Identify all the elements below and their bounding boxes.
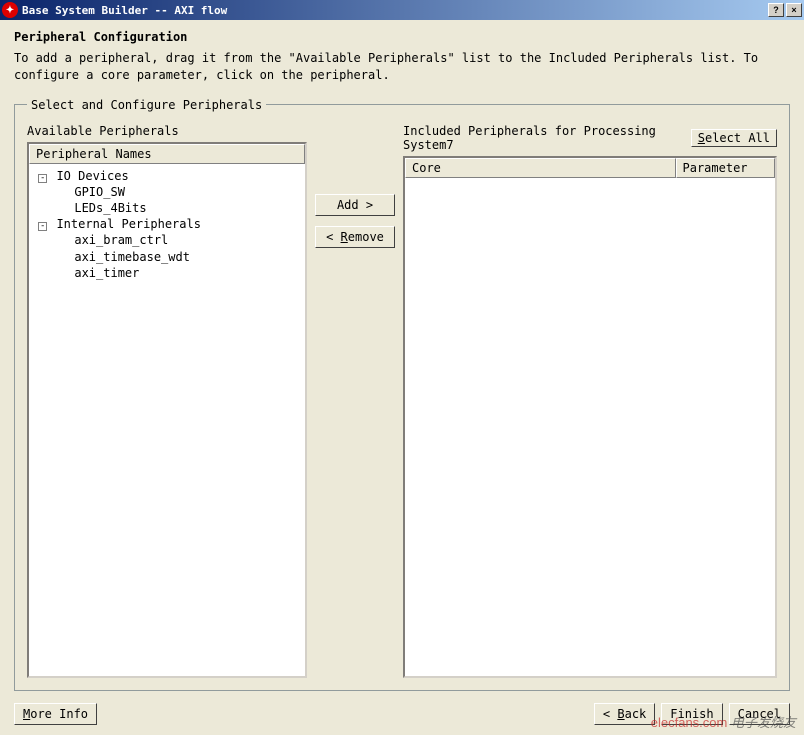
close-button[interactable]: × bbox=[786, 3, 802, 17]
help-button[interactable]: ? bbox=[768, 3, 784, 17]
tree-item[interactable]: axi_timer bbox=[31, 265, 303, 281]
remove-button[interactable]: < Remove bbox=[315, 226, 395, 248]
app-icon: ✦ bbox=[2, 2, 18, 18]
tree-item[interactable]: - Internal Peripherals bbox=[31, 216, 303, 232]
tree-item[interactable]: axi_timebase_wdt bbox=[31, 249, 303, 265]
included-panel: Included Peripherals for Processing Syst… bbox=[403, 124, 777, 678]
transfer-buttons: Add > < Remove bbox=[315, 124, 395, 678]
tree-expander-icon[interactable]: - bbox=[38, 222, 47, 231]
footer: More Info < Back Finish Cancel bbox=[14, 691, 790, 725]
tree-item[interactable]: axi_bram_ctrl bbox=[31, 232, 303, 248]
window-title: Base System Builder -- AXI flow bbox=[22, 4, 768, 17]
included-header: Core Parameter bbox=[405, 158, 775, 178]
included-header-core[interactable]: Core bbox=[405, 158, 676, 178]
group-legend: Select and Configure Peripherals bbox=[27, 98, 266, 112]
included-listbox[interactable]: Core Parameter bbox=[403, 156, 777, 678]
tree-item[interactable]: LEDs_4Bits bbox=[31, 200, 303, 216]
peripherals-group: Select and Configure Peripherals Availab… bbox=[14, 98, 790, 691]
dialog-body: Peripheral Configuration To add a periph… bbox=[0, 20, 804, 735]
page-title: Peripheral Configuration bbox=[14, 30, 790, 44]
available-tree[interactable]: - IO Devices GPIO_SW LEDs_4Bits - Intern… bbox=[29, 164, 305, 285]
titlebar: ✦ Base System Builder -- AXI flow ? × bbox=[0, 0, 804, 20]
tree-item[interactable]: - IO Devices bbox=[31, 168, 303, 184]
tree-expander-icon[interactable]: - bbox=[38, 174, 47, 183]
select-all-button[interactable]: Select All bbox=[691, 129, 777, 147]
page-description: To add a peripheral, drag it from the "A… bbox=[14, 50, 790, 84]
available-label: Available Peripherals bbox=[27, 124, 307, 138]
available-header: Peripheral Names bbox=[29, 144, 305, 164]
available-header-names[interactable]: Peripheral Names bbox=[29, 144, 305, 164]
more-info-button[interactable]: More Info bbox=[14, 703, 97, 725]
add-button[interactable]: Add > bbox=[315, 194, 395, 216]
available-listbox[interactable]: Peripheral Names - IO Devices GPIO_SW LE… bbox=[27, 142, 307, 678]
back-button[interactable]: < Back bbox=[594, 703, 655, 725]
tree-item[interactable]: GPIO_SW bbox=[31, 184, 303, 200]
cancel-button[interactable]: Cancel bbox=[729, 703, 790, 725]
included-header-parameter[interactable]: Parameter bbox=[676, 158, 776, 178]
finish-button[interactable]: Finish bbox=[661, 703, 722, 725]
available-panel: Available Peripherals Peripheral Names -… bbox=[27, 124, 307, 678]
included-label: Included Peripherals for Processing Syst… bbox=[403, 124, 691, 152]
